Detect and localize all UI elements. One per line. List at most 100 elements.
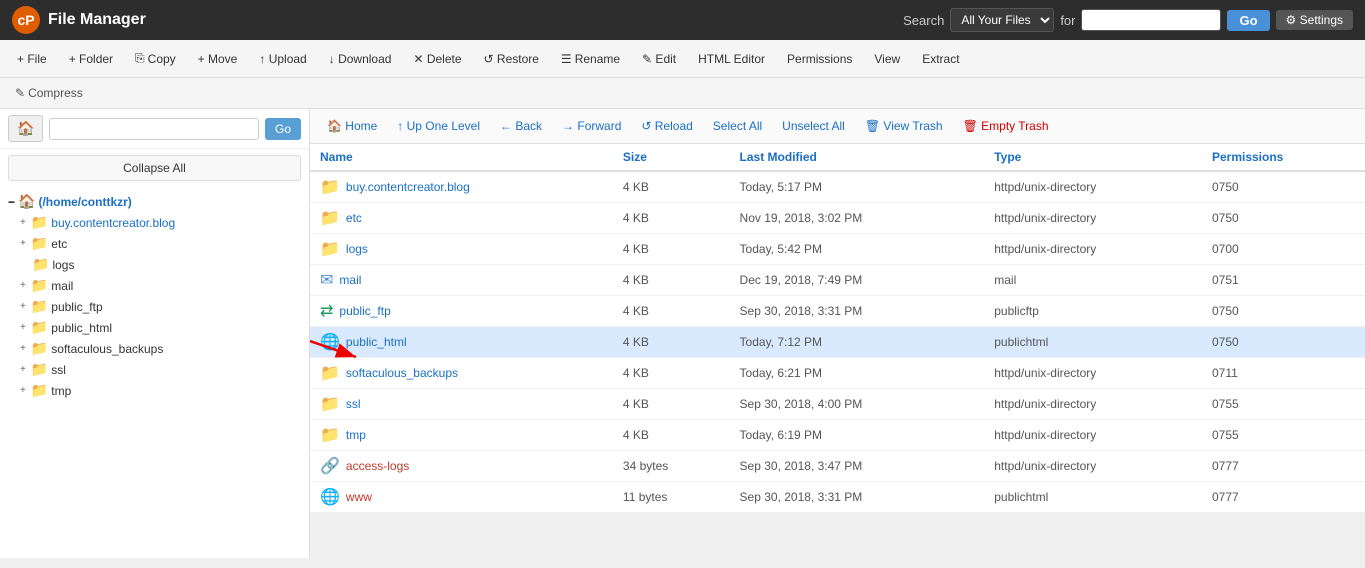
nav-forward-button[interactable]: → Forward: [553, 115, 630, 137]
file-name[interactable]: softaculous_backups: [346, 366, 458, 380]
nav-select-all-button[interactable]: Select All: [704, 115, 771, 137]
nav-back-button[interactable]: ← Back: [491, 115, 551, 137]
table-row: ✉ mail 4 KB Dec 19, 2018, 7:49 PM mail 0…: [310, 265, 1365, 296]
file-name-cell: 📁 buy.contentcreator.blog: [310, 171, 613, 203]
file-name[interactable]: access-logs: [346, 459, 409, 473]
file-type-cell: httpd/unix-directory: [984, 171, 1202, 203]
settings-button[interactable]: ⚙ Settings: [1276, 10, 1353, 30]
main-layout: 🏠 Go Collapse All − 🏠 (/home/conttkzr) +…: [0, 109, 1365, 558]
sidebar-item-logs[interactable]: 📁 logs: [8, 254, 301, 275]
file-date-cell: Today, 5:17 PM: [730, 171, 985, 203]
file-name[interactable]: mail: [339, 273, 361, 287]
file-name[interactable]: tmp: [346, 428, 366, 442]
folder-icon: 📁: [320, 239, 340, 259]
upload-button[interactable]: ↑ Upload: [250, 47, 315, 71]
file-name[interactable]: buy.contentcreator.blog: [346, 180, 470, 194]
file-nav-bar: 🏠 Home ↑ Up One Level ← Back → Forward ↺…: [310, 109, 1365, 144]
nav-home-button[interactable]: 🏠 Home: [318, 115, 386, 137]
col-modified-header[interactable]: Last Modified: [730, 144, 985, 171]
folder-cell: 📁 softaculous_backups: [320, 363, 603, 383]
file-size-cell: 4 KB: [613, 389, 730, 420]
sidebar-item-softaculous[interactable]: + 📁 softaculous_backups: [8, 338, 301, 359]
sidebar-tree: − 🏠 (/home/conttkzr) + 📁 buy.contentcrea…: [0, 187, 309, 405]
folder-cell: 🌐 www: [320, 487, 603, 507]
sidebar-go-button[interactable]: Go: [265, 118, 301, 140]
file-size-cell: 4 KB: [613, 296, 730, 327]
secondary-toolbar: ✎ Compress: [0, 78, 1365, 109]
file-size-cell: 4 KB: [613, 234, 730, 265]
file-name[interactable]: public_ftp: [339, 304, 390, 318]
nav-empty-trash-button[interactable]: 🗑 Empty Trash: [954, 115, 1058, 137]
col-name-header[interactable]: Name: [310, 144, 613, 171]
file-perms-cell: 0750: [1202, 171, 1365, 203]
file-name-cell: 📁 logs: [310, 234, 613, 265]
file-size-cell: 4 KB: [613, 358, 730, 389]
compress-button[interactable]: ✎ Compress: [8, 82, 90, 104]
table-row: ⇄ public_ftp 4 KB Sep 30, 2018, 3:31 PM …: [310, 296, 1365, 327]
file-type-cell: publichtml: [984, 327, 1202, 358]
col-permissions-header[interactable]: Permissions: [1202, 144, 1365, 171]
app-title: File Manager: [48, 11, 146, 29]
file-name[interactable]: www: [346, 490, 372, 504]
sidebar-item-label: tmp: [51, 384, 71, 398]
html-editor-button[interactable]: HTML Editor: [689, 47, 774, 71]
sidebar-home-button[interactable]: 🏠: [8, 115, 43, 142]
plus-icon: +: [20, 385, 26, 396]
folder-icon: 📁: [320, 208, 340, 228]
delete-button[interactable]: ✕ Delete: [404, 47, 470, 71]
sidebar-item-buy[interactable]: + 📁 buy.contentcreator.blog: [8, 212, 301, 233]
folder-cell: 📁 logs: [320, 239, 603, 259]
download-button[interactable]: ↓ Download: [320, 47, 401, 71]
restore-button[interactable]: ↺ Restore: [475, 47, 548, 71]
folder-cell: 🔗 access-logs: [320, 456, 603, 476]
file-perms-cell: 0711: [1202, 358, 1365, 389]
file-name[interactable]: ssl: [346, 397, 361, 411]
sidebar-item-ssl[interactable]: + 📁 ssl: [8, 359, 301, 380]
copy-button[interactable]: ⎘ Copy: [126, 46, 185, 71]
sidebar-item-public-ftp[interactable]: + 📁 public_ftp: [8, 296, 301, 317]
path-input[interactable]: [49, 118, 259, 140]
permissions-button[interactable]: Permissions: [778, 47, 861, 71]
edit-button[interactable]: ✎ Edit: [633, 47, 685, 71]
folder-icon: 📁: [320, 425, 340, 445]
table-header-row: Name Size Last Modified Type Permissions: [310, 144, 1365, 171]
move-button[interactable]: + Move: [189, 47, 247, 71]
file-name[interactable]: etc: [346, 211, 362, 225]
rename-button[interactable]: ☰ Rename: [552, 47, 629, 71]
nav-view-trash-button[interactable]: 🗑 View Trash: [856, 115, 952, 137]
search-go-button[interactable]: Go: [1227, 10, 1269, 31]
sidebar-item-etc[interactable]: + 📁 etc: [8, 233, 301, 254]
folder-icon: 📁: [320, 363, 340, 383]
ftp-icon: ⇄: [320, 301, 333, 321]
nav-unselect-all-button[interactable]: Unselect All: [773, 115, 854, 137]
tree-root[interactable]: − 🏠 (/home/conttkzr): [8, 191, 301, 212]
file-date-cell: Sep 30, 2018, 3:31 PM: [730, 296, 985, 327]
file-type-cell: httpd/unix-directory: [984, 234, 1202, 265]
file-name[interactable]: public_html: [346, 335, 407, 349]
view-button[interactable]: View: [865, 47, 909, 71]
sidebar-item-public-html[interactable]: + 📁 public_html: [8, 317, 301, 338]
file-perms-cell: 0751: [1202, 265, 1365, 296]
plus-icon: +: [20, 217, 26, 228]
new-folder-button[interactable]: + Folder: [60, 47, 122, 71]
plus-icon: +: [20, 322, 26, 333]
new-file-button[interactable]: + File: [8, 47, 56, 71]
search-input[interactable]: [1081, 9, 1221, 31]
file-size-cell: 4 KB: [613, 203, 730, 234]
extract-button[interactable]: Extract: [913, 47, 968, 71]
col-type-header[interactable]: Type: [984, 144, 1202, 171]
copy-label: Copy: [148, 52, 176, 66]
file-perms-cell: 0750: [1202, 296, 1365, 327]
nav-up-button[interactable]: ↑ Up One Level: [388, 115, 489, 137]
col-size-header[interactable]: Size: [613, 144, 730, 171]
sidebar-item-tmp[interactable]: + 📁 tmp: [8, 380, 301, 401]
file-name-cell: 📁 ssl: [310, 389, 613, 420]
plus-icon: +: [20, 238, 26, 249]
collapse-all-button[interactable]: Collapse All: [8, 155, 301, 181]
file-name[interactable]: logs: [346, 242, 368, 256]
search-scope-select[interactable]: All Your Files: [950, 8, 1054, 32]
file-type-cell: httpd/unix-directory: [984, 420, 1202, 451]
sidebar-item-mail[interactable]: + 📁 mail: [8, 275, 301, 296]
file-panel-wrapper: 🏠 Home ↑ Up One Level ← Back → Forward ↺…: [310, 109, 1365, 558]
nav-reload-button[interactable]: ↺ Reload: [632, 115, 701, 137]
